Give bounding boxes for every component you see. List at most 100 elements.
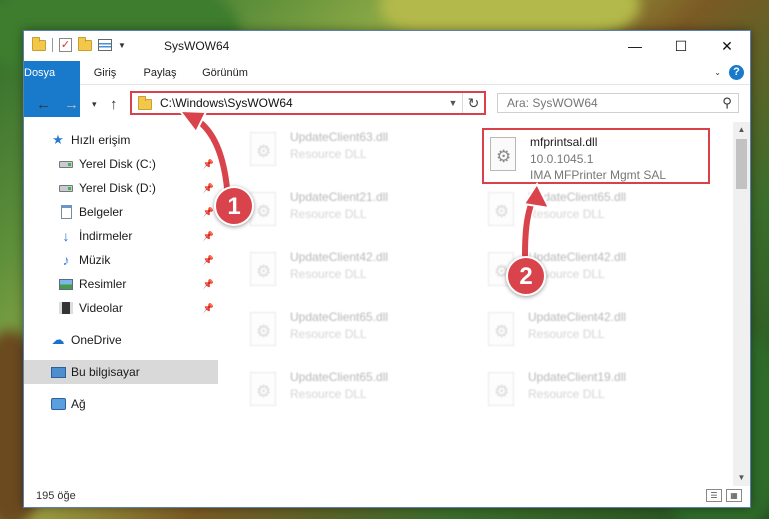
videos-icon <box>58 301 74 315</box>
pin-icon[interactable]: 📌 <box>203 207 214 218</box>
properties-check-icon[interactable]: ✓ <box>59 38 72 52</box>
nav-label: İndirmeler <box>79 229 133 243</box>
vertical-scrollbar[interactable]: ▲ ▼ <box>733 122 750 486</box>
search-box[interactable]: ⚲ <box>497 93 739 113</box>
forward-arrow-icon[interactable]: → <box>64 96 79 113</box>
toolbar-separator <box>52 38 53 52</box>
file-name: UpdateClient42.dll <box>528 310 627 324</box>
file-item[interactable]: ⚙ UpdateClient21.dll Resource DLL <box>246 188 466 244</box>
nav-quick-access[interactable]: ★ Hızlı erişim <box>24 128 218 152</box>
tab-share[interactable]: Paylaş <box>136 61 184 85</box>
file-item[interactable]: ⚙ UpdateClient63.dll Resource DLL <box>246 128 466 184</box>
nav-label: Müzik <box>79 253 111 267</box>
file-type: Resource DLL <box>528 327 605 341</box>
nav-item-downloads[interactable]: ↓ İndirmeler 📌 <box>24 224 218 248</box>
file-item[interactable]: ⚙ UpdateClient65.dll Resource DLL <box>484 188 704 244</box>
file-item[interactable]: ⚙ UpdateClient42.dll Resource DLL <box>484 308 704 364</box>
maximize-button[interactable]: ☐ <box>658 31 704 61</box>
nav-item-local-disk-c[interactable]: Yerel Disk (C:) 📌 <box>24 152 218 176</box>
cloud-icon: ☁ <box>51 332 65 347</box>
minimize-button[interactable]: — <box>612 31 658 61</box>
pin-icon[interactable]: 📌 <box>203 279 214 290</box>
file-name: UpdateClient63.dll <box>290 130 389 144</box>
star-icon: ★ <box>52 132 64 147</box>
pin-icon[interactable]: 📌 <box>203 159 214 170</box>
documents-icon <box>58 205 74 219</box>
file-name: mfprintsal.dll <box>530 135 598 149</box>
file-name: UpdateClient42.dll <box>290 250 389 264</box>
tab-view[interactable]: Görünüm <box>196 61 254 85</box>
file-item[interactable]: ⚙ UpdateClient65.dll Resource DLL <box>246 368 466 424</box>
callout-step-1: 1 <box>214 186 254 226</box>
nav-item-network[interactable]: Ağ <box>24 392 218 416</box>
up-arrow-icon[interactable]: ↑ <box>110 96 118 113</box>
explorer-window: ✓ ▼ SysWOW64 — ☐ ✕ Dosya Giriş Paylaş Gö… <box>23 30 751 508</box>
nav-label: Ağ <box>71 397 86 411</box>
nav-item-this-pc[interactable]: Bu bilgisayar <box>24 360 218 384</box>
file-type: Resource DLL <box>290 147 367 161</box>
network-icon <box>50 397 66 411</box>
callout-step-2: 2 <box>506 256 546 296</box>
nav-item-music[interactable]: ♪ Müzik 📌 <box>24 248 218 272</box>
help-icon[interactable]: ? <box>729 65 744 80</box>
scroll-down-arrow-icon[interactable]: ▼ <box>733 470 750 486</box>
folder-icon[interactable] <box>32 36 46 51</box>
nav-label: OneDrive <box>71 333 122 347</box>
dll-file-icon: ⚙ <box>246 252 280 292</box>
file-name: UpdateClient65.dll <box>528 190 627 204</box>
scroll-up-arrow-icon[interactable]: ▲ <box>733 122 750 138</box>
dll-file-icon: ⚙ <box>484 192 518 232</box>
dll-file-icon: ⚙ <box>246 132 280 172</box>
nav-item-videos[interactable]: Videolar 📌 <box>24 296 218 320</box>
dll-file-icon: ⚙ <box>246 312 280 352</box>
address-row: ← → ▾ ↑ C:\Windows\SysWOW64 ▼ ↻ ⚲ <box>24 87 750 121</box>
address-path[interactable]: C:\Windows\SysWOW64 <box>160 96 444 110</box>
window-controls: — ☐ ✕ <box>612 31 750 61</box>
computer-icon <box>50 365 66 379</box>
file-type: Resource DLL <box>290 327 367 341</box>
tab-home[interactable]: Giriş <box>86 61 124 85</box>
large-icons-view-icon[interactable]: ▦ <box>726 489 742 502</box>
pin-icon[interactable]: 📌 <box>203 183 214 194</box>
customize-toolbar-chevron-icon[interactable]: ▼ <box>118 41 126 50</box>
scrollbar-thumb[interactable] <box>736 139 747 189</box>
recent-locations-chevron-icon[interactable]: ▾ <box>92 99 97 110</box>
refresh-button[interactable]: ↻ <box>462 93 484 113</box>
file-name: UpdateClient65.dll <box>290 310 389 324</box>
pin-icon[interactable]: 📌 <box>203 231 214 242</box>
pin-icon[interactable]: 📌 <box>203 303 214 314</box>
view-toggle: ☰ ▦ <box>706 489 742 502</box>
drive-icon <box>58 181 74 195</box>
nav-item-local-disk-d[interactable]: Yerel Disk (D:) 📌 <box>24 176 218 200</box>
dll-file-icon: ⚙ <box>246 372 280 412</box>
details-view-icon[interactable]: ☰ <box>706 489 722 502</box>
file-item[interactable]: ⚙ UpdateClient42.dll Resource DLL <box>246 248 466 304</box>
window-title: SysWOW64 <box>164 39 230 53</box>
nav-label: Videolar <box>79 301 123 315</box>
nav-item-documents[interactable]: Belgeler 📌 <box>24 200 218 224</box>
file-item-mfprintsal[interactable]: ⚙ mfprintsal.dll 10.0.1045.1 IMA MFPrint… <box>482 128 710 184</box>
address-bar[interactable]: C:\Windows\SysWOW64 ▼ ↻ <box>130 91 486 115</box>
new-folder-icon[interactable] <box>78 36 92 51</box>
close-button[interactable]: ✕ <box>704 31 750 61</box>
file-type: Resource DLL <box>290 387 367 401</box>
back-arrow-icon[interactable]: ← <box>36 96 51 113</box>
search-icon[interactable]: ⚲ <box>716 95 738 111</box>
file-name: UpdateClient21.dll <box>290 190 389 204</box>
nav-item-onedrive[interactable]: ☁ OneDrive <box>24 328 218 352</box>
file-item[interactable]: ⚙ UpdateClient65.dll Resource DLL <box>246 308 466 364</box>
dll-file-icon: ⚙ <box>484 372 518 412</box>
pictures-icon <box>58 277 74 291</box>
view-properties-icon[interactable] <box>98 39 112 51</box>
address-dropdown-chevron-icon[interactable]: ▼ <box>444 98 462 108</box>
music-icon: ♪ <box>62 252 70 268</box>
expand-ribbon-chevron-icon[interactable]: ⌄ <box>714 68 721 77</box>
pin-icon[interactable]: 📌 <box>203 255 214 266</box>
file-item[interactable]: ⚙ UpdateClient19.dll Resource DLL <box>484 368 704 424</box>
dll-file-icon: ⚙ <box>486 137 520 177</box>
drive-icon <box>58 157 74 171</box>
search-input[interactable] <box>507 96 716 110</box>
nav-item-pictures[interactable]: Resimler 📌 <box>24 272 218 296</box>
nav-label: Resimler <box>79 277 127 291</box>
file-type: Resource DLL <box>528 387 605 401</box>
